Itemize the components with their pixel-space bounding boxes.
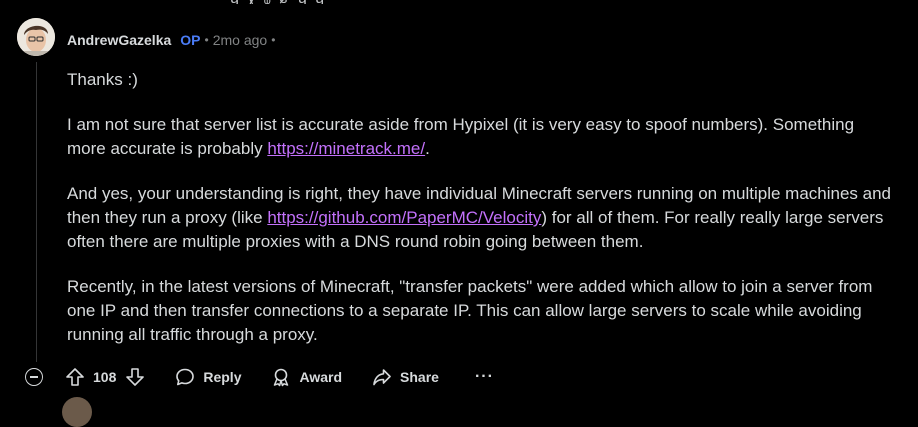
more-options-button[interactable]: ··· [475,368,494,386]
thread-line[interactable] [36,62,37,362]
award-label: Award [299,369,343,385]
velocity-link[interactable]: https://github.com/PaperMC/Velocity [267,208,541,227]
speech-bubble-icon [176,368,195,386]
minus-circle-icon [30,376,38,378]
comment-actions: 108 Reply Award Share ··· [25,365,494,389]
timestamp[interactable]: 2mo ago [213,32,267,48]
avatar-image [17,18,55,56]
comment-meta: AndrewGazelka OP • 2mo ago • [67,30,279,50]
arrow-up-icon[interactable] [65,367,85,387]
separator-dot: • [271,33,276,47]
paragraph: Recently, in the latest versions of Mine… [67,277,873,344]
vote-controls: 108 [65,367,145,387]
arrow-down-icon[interactable] [125,367,145,387]
separator-dot: • [204,33,209,47]
paragraph-text: I am not sure that server list is accura… [67,115,855,158]
next-comment-avatar[interactable] [62,397,92,427]
paragraph: I am not sure that server list is accura… [67,113,897,161]
share-arrow-icon [373,369,391,386]
award-button[interactable]: Award [271,367,342,387]
author-name[interactable]: AndrewGazelka [67,32,171,48]
avatar[interactable] [17,18,55,56]
op-badge: OP [180,32,201,48]
collapse-button[interactable] [25,368,43,386]
share-button[interactable]: Share [372,367,439,387]
comment-body: Thanks :) I am not sure that server list… [67,68,897,368]
paragraph-text: . [425,139,430,158]
previous-comment-cutoff: ɥ ɣ ᵩ ɕ ʯ ɥ [0,0,918,4]
reply-button[interactable]: Reply [175,367,241,387]
reply-label: Reply [203,369,242,385]
minetrack-link[interactable]: https://minetrack.me/ [267,139,425,158]
vote-score: 108 [93,369,117,385]
paragraph: Thanks :) [67,70,138,89]
paragraph: And yes, your understanding is right, th… [67,182,897,254]
award-ribbon-icon [274,368,289,387]
share-label: Share [400,369,439,385]
